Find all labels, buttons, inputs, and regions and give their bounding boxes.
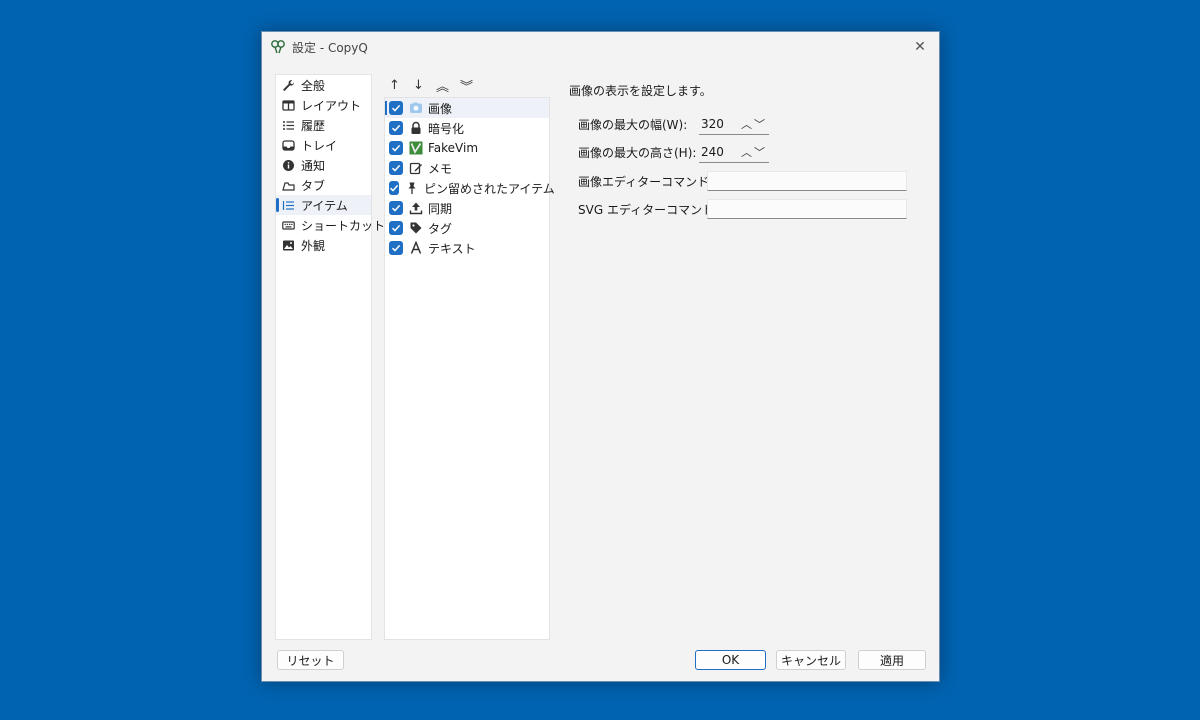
plugin-checkbox[interactable] xyxy=(389,161,403,175)
nav-item-tray[interactable]: トレイ xyxy=(276,135,371,155)
plugin-item-tags[interactable]: タグ xyxy=(385,218,549,238)
chevron-down-icon[interactable]: ﹀ xyxy=(754,144,765,160)
tray-icon xyxy=(282,139,295,152)
plugin-item-fakevim[interactable]: FakeVim xyxy=(385,138,549,158)
svg-editor-input[interactable] xyxy=(707,199,907,219)
image-editor-row: 画像エディターコマンド(I): xyxy=(578,170,726,192)
nav-item-label: トレイ xyxy=(301,138,338,153)
keyboard-icon xyxy=(282,219,295,232)
item-list-icon xyxy=(282,199,295,212)
plugin-item-sync[interactable]: 同期 xyxy=(385,198,549,218)
double-chevron-down-icon[interactable]: ︾ xyxy=(456,75,477,95)
plugin-checkbox[interactable] xyxy=(389,121,403,135)
nav-item-items[interactable]: アイテム xyxy=(276,195,371,215)
settings-category-list: 全般 レイアウト 履歴 トレイ 通知 タブ アイテム ショートカット 外観 xyxy=(275,74,385,640)
columns-icon xyxy=(282,99,295,112)
plugin-checkbox[interactable] xyxy=(389,201,403,215)
max-width-spinbox[interactable]: 320 ︿ ﹀ xyxy=(699,114,769,135)
image-icon xyxy=(282,239,295,252)
max-width-label: 画像の最大の幅(W): xyxy=(578,117,688,132)
max-height-spinbox[interactable]: 240 ︿ ﹀ xyxy=(699,142,769,163)
chevron-down-icon[interactable]: ﹀ xyxy=(754,116,765,132)
arrow-down-icon[interactable]: ↓ xyxy=(408,75,429,95)
plugin-checkbox[interactable] xyxy=(389,181,399,195)
image-icon xyxy=(409,101,423,115)
max-width-row: 画像の最大の幅(W): xyxy=(578,113,687,135)
apply-button[interactable]: 適用 xyxy=(858,650,926,670)
plugin-checkbox[interactable] xyxy=(389,101,403,115)
double-chevron-up-icon[interactable]: ︽ xyxy=(432,75,453,95)
plugin-item-image[interactable]: 画像 xyxy=(385,98,549,118)
arrow-up-icon[interactable]: ↑ xyxy=(384,75,405,95)
nav-item-label: 外観 xyxy=(301,238,326,253)
nav-item-appearance[interactable]: 外観 xyxy=(276,235,371,255)
note-edit-icon xyxy=(409,161,423,175)
info-icon xyxy=(282,159,295,172)
nav-item-layout[interactable]: レイアウト xyxy=(276,95,371,115)
plugin-list: 画像 暗号化 FakeVim メモ ピン留めされたアイテム 同期 タグ テキスト xyxy=(384,97,555,640)
ok-button[interactable]: OK xyxy=(695,650,766,670)
nav-item-history[interactable]: 履歴 xyxy=(276,115,371,135)
max-height-label: 画像の最大の高さ(H): xyxy=(578,145,697,160)
nav-item-label: レイアウト xyxy=(301,98,362,113)
plugin-item-encryption[interactable]: 暗号化 xyxy=(385,118,549,138)
plugin-checkbox[interactable] xyxy=(389,221,403,235)
plugin-label: FakeVim xyxy=(428,141,479,155)
tabs-icon xyxy=(282,179,295,192)
plugin-item-notes[interactable]: メモ xyxy=(385,158,549,178)
plugin-label: 画像 xyxy=(428,101,453,116)
plugin-label: テキスト xyxy=(428,241,476,256)
nav-item-label: タブ xyxy=(301,178,326,193)
cancel-button[interactable]: キャンセル xyxy=(776,650,846,670)
copyq-app-icon xyxy=(270,39,286,55)
nav-item-label: ショートカット xyxy=(301,218,386,233)
text-icon xyxy=(409,241,423,255)
nav-item-label: 履歴 xyxy=(301,118,326,133)
nav-item-label: 全般 xyxy=(301,78,326,93)
wrench-icon xyxy=(282,79,295,92)
fakevim-icon xyxy=(409,141,423,155)
tag-icon xyxy=(409,221,423,235)
plugin-label: 暗号化 xyxy=(428,121,465,136)
plugin-checkbox[interactable] xyxy=(389,141,403,155)
nav-item-notifications[interactable]: 通知 xyxy=(276,155,371,175)
upload-icon xyxy=(409,201,423,215)
plugin-label: タグ xyxy=(428,221,453,236)
settings-dialog: 設定 - CopyQ ✕ 全般 レイアウト 履歴 トレイ 通知 タブ アイテム … xyxy=(261,31,940,682)
max-height-row: 画像の最大の高さ(H): xyxy=(578,141,696,163)
nav-item-label: 通知 xyxy=(301,158,326,173)
plugin-item-text[interactable]: テキスト xyxy=(385,238,549,258)
plugin-order-toolbar: ↑ ↓ ︽ ︾ xyxy=(384,75,477,95)
nav-item-label: アイテム xyxy=(301,198,348,213)
image-editor-input[interactable] xyxy=(707,171,907,191)
list-icon xyxy=(282,119,295,132)
max-height-value[interactable]: 240 xyxy=(699,145,741,159)
title-bar[interactable]: 設定 - CopyQ ✕ xyxy=(262,32,939,62)
nav-item-general[interactable]: 全般 xyxy=(276,75,371,95)
chevron-up-icon[interactable]: ︿ xyxy=(741,144,752,160)
max-width-value[interactable]: 320 xyxy=(699,117,741,131)
plugin-label: メモ xyxy=(428,161,453,176)
chevron-up-icon[interactable]: ︿ xyxy=(741,116,752,132)
plugin-description: 画像の表示を設定します。 xyxy=(569,84,712,98)
lock-icon xyxy=(409,121,423,135)
plugin-label: ピン留めされたアイテム xyxy=(424,181,555,196)
plugin-checkbox[interactable] xyxy=(389,241,403,255)
image-editor-label: 画像エディターコマンド(I): xyxy=(578,174,727,189)
plugin-label: 同期 xyxy=(428,201,453,216)
nav-item-tabs[interactable]: タブ xyxy=(276,175,371,195)
reset-button[interactable]: リセット xyxy=(277,650,344,670)
nav-item-shortcuts[interactable]: ショートカット xyxy=(276,215,385,235)
window-title: 設定 - CopyQ xyxy=(292,41,368,55)
plugin-item-pinned[interactable]: ピン留めされたアイテム xyxy=(385,178,555,198)
pin-icon xyxy=(405,181,419,195)
close-icon[interactable]: ✕ xyxy=(909,36,931,58)
